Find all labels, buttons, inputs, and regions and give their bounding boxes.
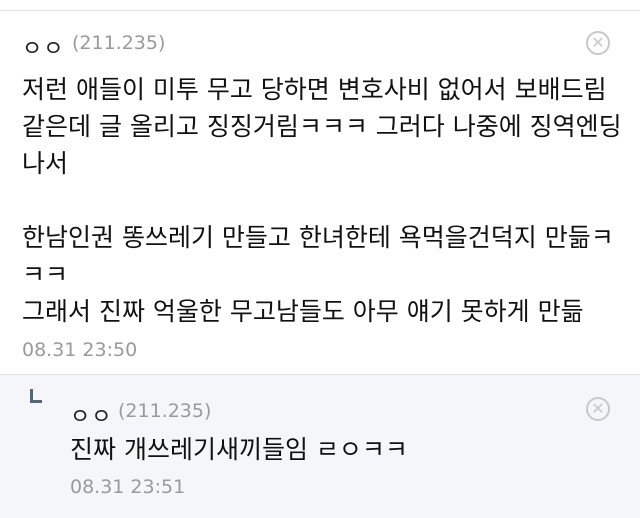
top-divider bbox=[0, 0, 640, 11]
reply-nickname[interactable]: ㅇㅇ bbox=[70, 399, 112, 431]
delete-comment-close-icon[interactable]: ✕ bbox=[586, 31, 610, 55]
comment-nickname[interactable]: ㅇㅇ bbox=[22, 31, 64, 63]
delete-reply-close-icon[interactable]: ✕ bbox=[586, 397, 610, 421]
comment-timestamp: 08.31 23:50 bbox=[22, 339, 138, 361]
reply-item: ㅇㅇ (211.235) ✕ 진짜 개쓰레기새끼들임 ㄹㅇㅋㅋ 08.31 23… bbox=[0, 374, 640, 518]
reply-text: 진짜 개쓰레기새끼들임 ㄹㅇㅋㅋ bbox=[70, 435, 408, 464]
comment-text: 저런 애들이 미투 무고 당하면 변호사비 없어서 보배드림같은데 글 올리고 … bbox=[22, 75, 622, 326]
reply-timestamp: 08.31 23:51 bbox=[70, 476, 186, 498]
reply-arrow-icon bbox=[30, 389, 42, 403]
comment-ip: (211.235) bbox=[72, 32, 166, 54]
comment-item: ㅇㅇ (211.235) ✕ 저런 애들이 미투 무고 당하면 변호사비 없어서… bbox=[0, 11, 640, 374]
reply-ip: (211.235) bbox=[118, 400, 212, 422]
